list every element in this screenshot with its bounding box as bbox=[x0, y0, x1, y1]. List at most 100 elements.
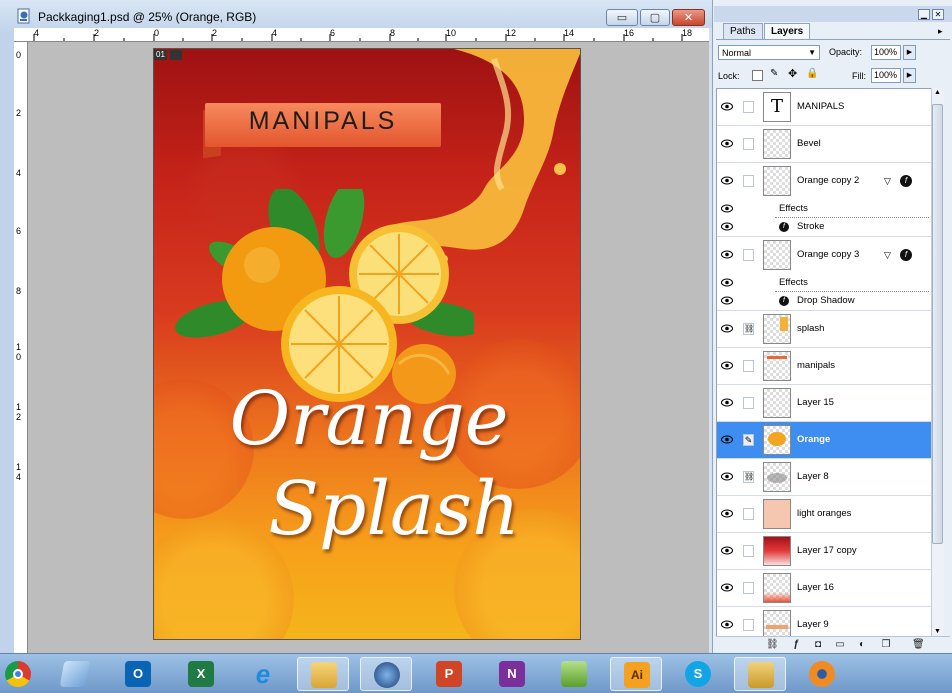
taskbar-photoshop[interactable] bbox=[360, 657, 412, 691]
eye-icon[interactable] bbox=[721, 509, 733, 518]
fill-input[interactable]: 100% bbox=[871, 68, 901, 83]
new-layer-icon[interactable]: ❐ bbox=[880, 639, 892, 651]
layer-link-box[interactable] bbox=[743, 397, 754, 409]
panel-minimize-button[interactable]: ▁ bbox=[918, 9, 930, 20]
expand-effects-icon[interactable]: ▽ bbox=[884, 250, 891, 261]
taskbar-blender[interactable] bbox=[796, 657, 848, 691]
minimize-button[interactable]: ▭ bbox=[606, 9, 638, 26]
taskbar-internet-explorer[interactable]: e bbox=[237, 657, 289, 691]
new-group-icon[interactable]: ▭ bbox=[834, 639, 846, 651]
fx-icon[interactable]: f bbox=[900, 175, 912, 187]
layer-link-box[interactable] bbox=[743, 619, 754, 631]
layer-row-bevel[interactable]: Bevel bbox=[717, 126, 931, 163]
eye-icon[interactable] bbox=[721, 296, 733, 305]
expand-effects-icon[interactable]: ▽ bbox=[884, 176, 891, 187]
taskbar-excel[interactable]: X bbox=[175, 657, 227, 691]
layer-row-layer-8[interactable]: ⛓ Layer 8 bbox=[717, 459, 931, 496]
panel-header[interactable] bbox=[714, 6, 952, 22]
layer-name: Layer 15 bbox=[797, 397, 834, 408]
layers-scroll-thumb[interactable] bbox=[932, 104, 943, 544]
layer-row-manipals-text[interactable]: T MANIPALS bbox=[717, 89, 931, 126]
eye-icon[interactable] bbox=[721, 472, 733, 481]
blend-mode-select[interactable]: Normal ▼ bbox=[718, 45, 820, 60]
eye-icon[interactable] bbox=[721, 250, 733, 259]
scroll-down-icon[interactable]: ▼ bbox=[934, 628, 941, 635]
taskbar-illustrator[interactable]: Ai bbox=[610, 657, 662, 691]
taskbar-chrome[interactable] bbox=[0, 657, 44, 691]
layer-row-layer-15[interactable]: Layer 15 bbox=[717, 385, 931, 422]
taskbar-notepad[interactable] bbox=[49, 657, 101, 691]
eye-icon[interactable] bbox=[721, 583, 733, 592]
layer-row-splash[interactable]: ⛓ splash bbox=[717, 311, 931, 348]
layer-link-box[interactable] bbox=[743, 582, 754, 594]
tab-layers[interactable]: Layers bbox=[764, 23, 811, 39]
eye-icon[interactable] bbox=[721, 278, 733, 287]
effect-row-drop-shadow[interactable]: f Drop Shadow bbox=[717, 292, 931, 311]
delete-layer-icon[interactable]: 🗑 bbox=[912, 639, 925, 651]
eye-icon[interactable] bbox=[721, 222, 733, 231]
close-button[interactable]: ✕ bbox=[672, 9, 705, 26]
eye-icon[interactable] bbox=[721, 139, 733, 148]
layer-link-box[interactable] bbox=[743, 508, 754, 520]
eye-icon[interactable] bbox=[721, 102, 733, 111]
eye-icon[interactable] bbox=[721, 204, 733, 213]
frame-image-icon bbox=[170, 50, 182, 60]
fx-icon[interactable]: f bbox=[900, 249, 912, 261]
eye-icon[interactable] bbox=[721, 398, 733, 407]
artwork-canvas[interactable]: MANIPALS Orange Splash bbox=[153, 48, 581, 640]
taskbar-archive[interactable] bbox=[734, 657, 786, 691]
effects-row[interactable]: Effects bbox=[717, 274, 931, 292]
link-layers-icon[interactable]: ⛓ bbox=[766, 639, 779, 651]
taskbar-powerpoint[interactable]: P bbox=[423, 657, 475, 691]
layer-row-orange-copy-3[interactable]: Orange copy 3 ▽ f bbox=[717, 237, 931, 274]
lock-move-icon[interactable]: ✥ bbox=[788, 67, 797, 80]
layer-row-orange[interactable]: ✎ Orange bbox=[717, 422, 931, 459]
chain-link-icon[interactable]: ⛓ bbox=[743, 471, 754, 483]
layer-link-box[interactable] bbox=[743, 175, 754, 187]
left-ruler[interactable]: 0 2 4 6 8 1 0 1 2 1 4 bbox=[14, 42, 28, 653]
chain-link-icon[interactable]: ⛓ bbox=[743, 323, 754, 335]
ruler-label: 1 bbox=[16, 402, 22, 412]
panel-close-button[interactable]: ✕ bbox=[932, 9, 944, 20]
add-mask-icon[interactable]: ◘ bbox=[812, 639, 824, 651]
layer-row-orange-copy-2[interactable]: Orange copy 2 ▽ f bbox=[717, 163, 931, 200]
panel-menu-icon[interactable]: ▸ bbox=[938, 26, 943, 37]
taskbar-file-explorer[interactable] bbox=[297, 657, 349, 691]
layer-row-light-oranges[interactable]: light oranges bbox=[717, 496, 931, 533]
restore-button[interactable]: ▢ bbox=[640, 9, 670, 26]
eye-icon[interactable] bbox=[721, 546, 733, 555]
eye-icon[interactable] bbox=[721, 361, 733, 370]
layer-link-box[interactable] bbox=[743, 249, 754, 261]
ruler-label: 0 bbox=[16, 50, 22, 60]
layer-row-layer-17-copy[interactable]: Layer 17 copy bbox=[717, 533, 931, 570]
tab-paths[interactable]: Paths bbox=[723, 23, 763, 39]
fill-arrow-button[interactable]: ▶ bbox=[903, 68, 916, 83]
opacity-input[interactable]: 100% bbox=[871, 45, 901, 60]
eye-icon[interactable] bbox=[721, 435, 733, 444]
layer-link-box[interactable] bbox=[743, 360, 754, 372]
add-style-icon[interactable]: ƒ bbox=[790, 639, 802, 651]
lock-transparency-icon[interactable] bbox=[752, 70, 763, 81]
brush-icon[interactable]: ✎ bbox=[743, 434, 754, 446]
taskbar-pen-app[interactable] bbox=[548, 657, 600, 691]
taskbar-skype[interactable]: S bbox=[672, 657, 724, 691]
eye-icon[interactable] bbox=[721, 324, 733, 333]
opacity-arrow-button[interactable]: ▶ bbox=[903, 45, 916, 60]
effect-row-stroke[interactable]: f Stroke bbox=[717, 218, 931, 237]
layer-link-box[interactable] bbox=[743, 101, 754, 113]
taskbar-outlook[interactable]: O bbox=[112, 657, 164, 691]
eye-icon[interactable] bbox=[721, 176, 733, 185]
layer-link-box[interactable] bbox=[743, 138, 754, 150]
layer-row-manipals[interactable]: manipals bbox=[717, 348, 931, 385]
effects-row[interactable]: Effects bbox=[717, 200, 931, 218]
adjustment-layer-icon[interactable]: ◐ bbox=[856, 639, 868, 651]
lock-brush-icon[interactable]: ✎ bbox=[770, 68, 778, 79]
layer-row-layer-16[interactable]: Layer 16 bbox=[717, 570, 931, 607]
taskbar-onenote[interactable]: N bbox=[486, 657, 538, 691]
scroll-up-icon[interactable]: ▲ bbox=[934, 89, 941, 96]
layer-link-box[interactable] bbox=[743, 545, 754, 557]
top-ruler[interactable]: 4 2 0 2 4 6 8 10 12 14 16 18 bbox=[14, 28, 709, 42]
eye-icon[interactable] bbox=[721, 620, 733, 629]
layer-row-layer-9[interactable]: Layer 9 bbox=[717, 607, 931, 636]
lock-all-icon[interactable]: 🔒 bbox=[806, 68, 818, 79]
